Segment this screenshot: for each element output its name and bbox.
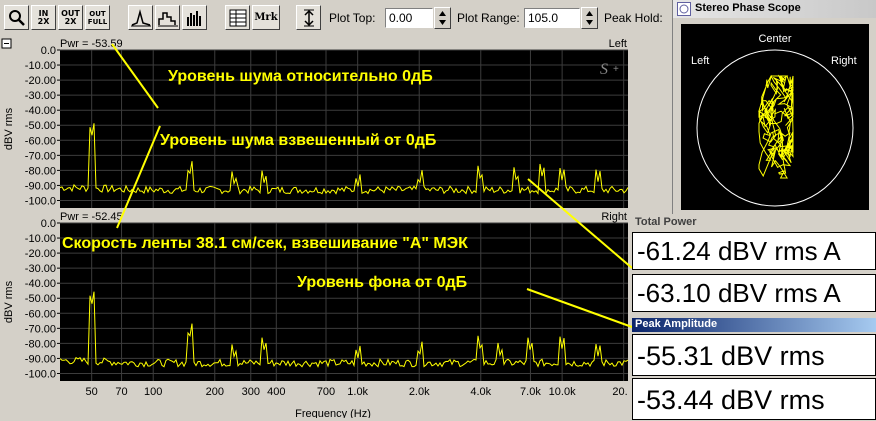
x-tick-labels: 50 70 100 200 300 400 700 1.0k 2.0k 4.0k 7.0k 10.0k…	[86, 386, 628, 398]
top-y-ticks: 0.0 -10.00 -20.00 -30.00 -40.00 -50.00 -60.00 -…	[25, 45, 60, 207]
annotation-noise-weighted: Уровень шума взвешенный от 0дБ	[160, 132, 437, 149]
peak-amplitude-right: -53.44 dBV rms	[632, 378, 876, 420]
y-tick-label: -10.00	[25, 233, 56, 245]
x-tick-label: 200	[206, 386, 224, 398]
zoom-out-2x-button[interactable]: OUT 2X	[58, 5, 83, 30]
bar-graph-button[interactable]	[182, 5, 207, 30]
y-tick-label: 0.0	[41, 45, 56, 57]
logo-plus: +	[613, 64, 619, 75]
top-y-axis-label: dBV rms	[3, 107, 15, 150]
y-tick-label: -80.00	[25, 338, 56, 350]
vertical-range-icon	[303, 9, 314, 26]
bottom-pwr-readout: Pwr = -52.45	[60, 211, 123, 223]
top-channel-label: Left	[609, 38, 627, 50]
y-tick-label: -40.00	[25, 105, 56, 117]
top-pwr-readout: Pwr = -53.59	[60, 38, 123, 50]
plot-range-label: Plot Range:	[457, 11, 520, 25]
x-tick-label: 50	[86, 386, 98, 398]
table-button[interactable]	[225, 5, 250, 30]
scope-circle	[696, 49, 854, 207]
y-tick-label: -20.00	[25, 248, 56, 260]
line-spectrum-icon	[130, 8, 151, 26]
x-tick-label: 300	[242, 386, 260, 398]
bar-spectrum-icon	[186, 10, 201, 26]
scope-right-label: Right	[831, 55, 857, 67]
peak-amplitude-header: Peak Amplitude	[632, 318, 876, 332]
scope-trace	[757, 74, 794, 179]
bottom-y-axis-label: dBV rms	[3, 280, 15, 323]
y-tick-label: -50.00	[25, 120, 56, 132]
total-power-header: Total Power	[632, 216, 876, 230]
spectrum-plot-svg: Pwr = -53.59 Left 0.0 -10.00 -20.00 -30.00 -…	[1, 38, 632, 418]
scope-app-icon	[677, 2, 691, 16]
plot-top-spinner[interactable]	[434, 7, 451, 29]
scope-svg: Center Left Right	[691, 33, 857, 207]
logo-s: S	[600, 61, 608, 78]
scope-title-bar[interactable]: Stereo Phase Scope	[673, 0, 876, 18]
scope-title: Stereo Phase Scope	[695, 2, 801, 14]
x-tick-label: 400	[267, 386, 285, 398]
total-power-right: -63.10 dBV rms A	[632, 274, 876, 312]
y-tick-label: -100.0	[25, 368, 56, 380]
plot-range-input[interactable]: 105.0	[524, 8, 580, 28]
y-tick-label: -80.00	[25, 165, 56, 177]
toolbar: IN 2X OUT 2X OUT FULL Mrk Plot Top: 0.00…	[0, 0, 670, 36]
x-tick-label: 10.0k	[549, 386, 576, 398]
y-tick-label: -60.00	[25, 135, 56, 147]
y-tick-label: -70.00	[25, 323, 56, 335]
magnifier-icon	[8, 9, 25, 26]
scope-center-label: Center	[758, 33, 791, 45]
y-tick-label: -100.0	[25, 195, 56, 207]
y-tick-label: -90.00	[25, 180, 56, 192]
bottom-y-ticks: 0.0 -10.00 -20.00 -30.00 -40.00 -50.00 -60.00 -…	[25, 218, 60, 380]
y-tick-label: -30.00	[25, 263, 56, 275]
spin-arrows-icon	[439, 11, 446, 25]
step-spectrum-icon	[157, 11, 178, 26]
x-axis-label: Frequency (Hz)	[295, 408, 371, 418]
bottom-channel-label: Right	[601, 211, 627, 223]
y-tick-label: -20.00	[25, 75, 56, 87]
step-graph-button[interactable]	[155, 5, 180, 30]
x-tick-label: 70	[115, 386, 127, 398]
y-tick-label: -40.00	[25, 278, 56, 290]
plot-range-spinner[interactable]	[581, 7, 598, 29]
x-tick-label: 2.0k	[409, 386, 430, 398]
x-tick-label: 100	[144, 386, 162, 398]
y-tick-label: -50.00	[25, 293, 56, 305]
zoom-out-full-button[interactable]: OUT FULL	[85, 5, 110, 30]
y-tick-label: 0.0	[41, 218, 56, 230]
total-power-left: -61.24 dBV rms A	[632, 232, 876, 270]
y-tick-label: -10.00	[25, 60, 56, 72]
x-tick-label: 7.0k	[520, 386, 541, 398]
annotation-hum: Уровень фона от 0дБ	[297, 274, 468, 291]
zoom-button[interactable]	[4, 5, 29, 30]
x-tick-label: 20.	[612, 386, 627, 398]
annotation-noise-relative: Уровень шума относительно 0дБ	[168, 68, 433, 85]
stereo-phase-scope-window: Stereo Phase Scope Center Left Right	[672, 0, 876, 214]
spin-arrows-icon	[586, 11, 593, 25]
x-tick-label: 700	[317, 386, 335, 398]
vertical-range-button[interactable]	[296, 5, 321, 30]
zoom-in-2x-button[interactable]: IN 2X	[31, 5, 56, 30]
plot-top-input[interactable]: 0.00	[385, 8, 433, 28]
table-icon	[229, 9, 246, 26]
y-tick-label: -60.00	[25, 308, 56, 320]
spectrum-plots: Pwr = -53.59 Left 0.0 -10.00 -20.00 -30.00 -…	[0, 36, 632, 418]
x-tick-label: 4.0k	[470, 386, 491, 398]
y-tick-label: -70.00	[25, 150, 56, 162]
scope-left-label: Left	[691, 55, 709, 67]
peak-amplitude-left: -55.31 dBV rms	[632, 334, 876, 376]
y-tick-label: -90.00	[25, 353, 56, 365]
peak-hold-label: Peak Hold:	[604, 11, 663, 25]
annotation-tape-speed: Скорость ленты 38.1 см/сек, взвешивание …	[62, 235, 468, 252]
line-graph-button[interactable]	[128, 5, 153, 30]
x-tick-label: 1.0k	[347, 386, 368, 398]
scope-display: Center Left Right	[681, 24, 869, 210]
marker-button[interactable]: Mrk	[252, 5, 280, 30]
plot-top-label: Plot Top:	[329, 11, 376, 25]
y-tick-label: -30.00	[25, 90, 56, 102]
